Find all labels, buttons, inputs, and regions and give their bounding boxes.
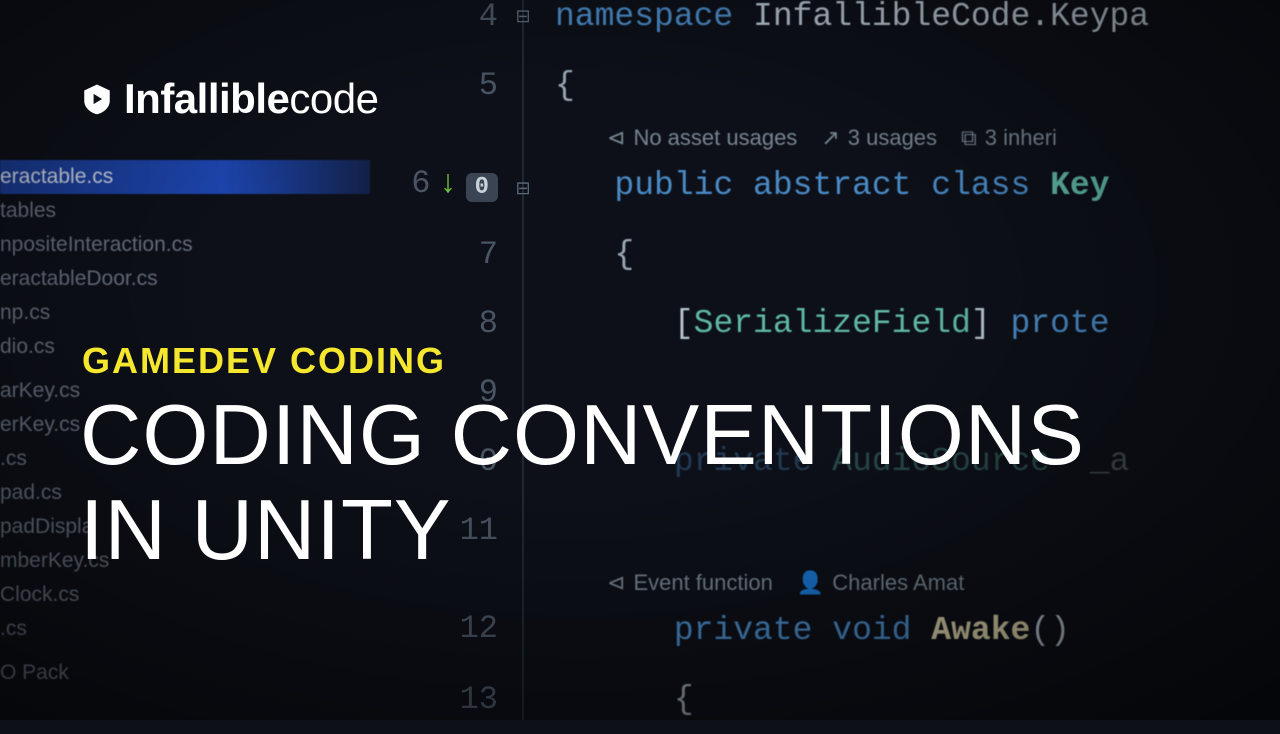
file-item[interactable]: eractableDoor.cs: [0, 262, 370, 296]
overline-text: GAMEDEV CODING: [82, 340, 446, 382]
code-line: [SerializeField] prote: [555, 289, 1280, 358]
line-number: 5: [390, 51, 510, 120]
code-editor[interactable]: namespace InfallibleCode.Keypa { ⊲No ass…: [555, 0, 1280, 734]
line-number: 13: [390, 665, 510, 734]
file-item[interactable]: np.cs: [0, 296, 370, 330]
code-line: {: [555, 665, 1280, 734]
file-item-selected[interactable]: eractable.cs: [0, 160, 370, 194]
brand-text: Infalliblecode: [124, 75, 378, 123]
title-text: CODING CONVENTIONS IN UNITY: [80, 388, 1085, 578]
code-line: public abstract class Key: [555, 151, 1280, 220]
fold-column: [522, 0, 524, 720]
fold-toggle-icon[interactable]: ⊟: [513, 6, 533, 26]
file-item[interactable]: Clock.cs: [0, 578, 370, 612]
file-item[interactable]: tables: [0, 194, 370, 228]
line-number: 12: [390, 565, 510, 665]
file-item[interactable]: [0, 646, 370, 656]
file-item[interactable]: npositeInteraction.cs: [0, 228, 370, 262]
code-line: {: [555, 220, 1280, 289]
file-item[interactable]: O Pack: [0, 656, 370, 690]
external-link-icon: ↗: [821, 125, 839, 151]
usage-count-badge: 0: [466, 173, 498, 202]
code-line: namespace InfallibleCode.Keypa: [555, 0, 1280, 51]
code-line: {: [555, 51, 1280, 120]
usage-arrow-icon: ↓: [438, 165, 457, 202]
fold-toggle-icon[interactable]: ⊟: [513, 178, 533, 198]
file-item[interactable]: .cs: [0, 612, 370, 646]
code-lens[interactable]: ⊲No asset usages ↗3 usages ⧉3 inheri: [555, 120, 1280, 151]
unity-icon: ⊲: [607, 125, 625, 151]
line-number: 7: [390, 220, 510, 289]
logo-mark-icon: [80, 82, 114, 116]
line-number: 6 ↓ 0: [390, 120, 510, 220]
line-number: 4: [390, 0, 510, 51]
code-line: private void Awake(): [555, 596, 1280, 665]
inherit-icon: ⧉: [961, 125, 977, 151]
brand-logo: Infalliblecode: [80, 75, 378, 123]
